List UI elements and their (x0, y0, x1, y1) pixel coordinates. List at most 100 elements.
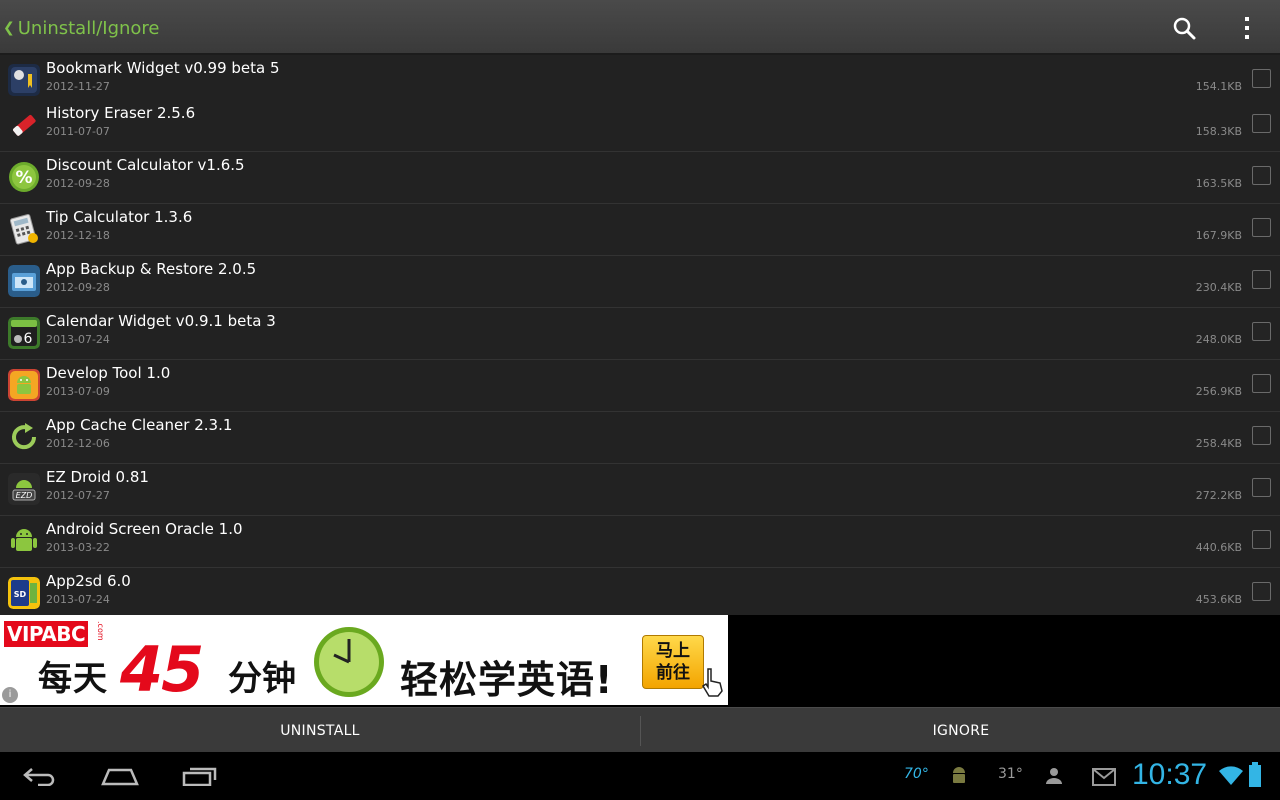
select-checkbox[interactable] (1252, 582, 1271, 601)
app-date: 2012-07-27 (46, 489, 110, 502)
app-name: App2sd 6.0 (46, 572, 131, 590)
app-name: EZ Droid 0.81 (46, 468, 149, 486)
status-clock: 10:37 (1132, 758, 1208, 791)
list-item[interactable]: Develop Tool 1.0 2013-07-09 256.9KB (0, 360, 1280, 412)
svg-text:%: % (15, 168, 32, 188)
select-checkbox[interactable] (1252, 426, 1271, 445)
ad-cta-button[interactable]: 马上 前往 (642, 635, 704, 689)
svg-text:6: 6 (24, 331, 33, 347)
select-checkbox[interactable] (1252, 270, 1271, 289)
app-list[interactable]: Bookmark Widget v0.99 beta 5 2012-11-27 … (0, 55, 1280, 615)
refresh-icon (8, 421, 40, 453)
select-checkbox[interactable] (1252, 166, 1271, 185)
percent-icon: % (8, 161, 40, 193)
list-item[interactable]: App Cache Cleaner 2.3.1 2012-12-06 258.4… (0, 412, 1280, 464)
list-item[interactable]: 6 Calendar Widget v0.9.1 beta 3 2013-07-… (0, 308, 1280, 360)
app-size: 440.6KB (1195, 541, 1242, 554)
home-icon (101, 768, 139, 786)
select-checkbox[interactable] (1252, 478, 1271, 497)
app-size: 256.9KB (1195, 385, 1242, 398)
app-date: 2013-07-09 (46, 385, 110, 398)
nav-back-button[interactable] (16, 760, 64, 792)
back-arrow-icon (23, 768, 55, 786)
select-checkbox[interactable] (1252, 114, 1271, 133)
android-tool-icon (8, 369, 40, 401)
backup-icon (8, 265, 40, 297)
list-item[interactable]: SD App2sd 6.0 2013-07-24 453.6KB (0, 568, 1280, 615)
app-name: App Backup & Restore 2.0.5 (46, 260, 257, 278)
weather-temp-1: 70° (904, 766, 929, 782)
app-date: 2012-11-27 (46, 80, 110, 93)
list-item[interactable]: Tip Calculator 1.3.6 2012-12-18 167.9KB (0, 204, 1280, 256)
svg-text:SD: SD (14, 590, 27, 599)
clock-icon (314, 627, 384, 697)
ad-cta-line1: 马上 (656, 641, 690, 661)
app-date: 2011-07-07 (46, 125, 110, 138)
select-checkbox[interactable] (1252, 218, 1271, 237)
app-name: Bookmark Widget v0.99 beta 5 (46, 59, 280, 77)
android-icon (8, 525, 40, 557)
ad-text-1: 每天 (38, 659, 108, 699)
back-button[interactable]: ❮ Uninstall/Ignore (3, 14, 160, 42)
recents-icon (182, 767, 217, 786)
list-item[interactable]: % Discount Calculator v1.6.5 2012-09-28 … (0, 152, 1280, 204)
app-date: 2012-12-18 (46, 229, 110, 242)
select-checkbox[interactable] (1252, 374, 1271, 393)
ad-cta-line2: 前往 (656, 663, 690, 683)
list-item[interactable]: Android Screen Oracle 1.0 2013-03-22 440… (0, 516, 1280, 568)
ad-banner[interactable]: VIPABC .com 每天 45 分钟 轻松学英语! 马上 前往 i (0, 615, 728, 705)
user-icon (1046, 768, 1062, 784)
calculator-icon (8, 213, 40, 245)
list-item[interactable]: EZD EZ Droid 0.81 2012-07-27 272.2KB (0, 464, 1280, 516)
app-date: 2013-03-22 (46, 541, 110, 554)
app-size: 158.3KB (1195, 125, 1242, 138)
battery-icon (1249, 762, 1261, 787)
app-name: Tip Calculator 1.3.6 (46, 208, 193, 226)
app-size: 163.5KB (1195, 177, 1242, 190)
app-size: 453.6KB (1195, 593, 1242, 606)
app-name: Android Screen Oracle 1.0 (46, 520, 243, 538)
app-date: 2013-07-24 (46, 333, 110, 346)
ez-droid-icon: EZD (8, 473, 40, 505)
overflow-menu-icon (1245, 17, 1249, 39)
system-nav-bar: 70° 31° 10:37 (0, 752, 1280, 800)
app-size: 248.0KB (1195, 333, 1242, 346)
ad-info-icon[interactable]: i (2, 687, 18, 703)
ad-brand-suffix: .com (96, 621, 105, 641)
sd-card-icon: SD (8, 577, 40, 609)
app-name: App Cache Cleaner 2.3.1 (46, 416, 233, 434)
select-checkbox[interactable] (1252, 69, 1271, 88)
wifi-icon (1219, 766, 1243, 785)
nav-home-button[interactable] (96, 760, 144, 792)
app-name: Develop Tool 1.0 (46, 364, 171, 382)
ad-text-2: 分钟 (228, 659, 296, 699)
calendar-icon: 6 (8, 317, 40, 349)
app-size: 167.9KB (1195, 229, 1242, 242)
search-button[interactable] (1166, 10, 1202, 46)
ignore-button[interactable]: IGNORE (641, 708, 1280, 753)
select-checkbox[interactable] (1252, 322, 1271, 341)
list-item[interactable]: App Backup & Restore 2.0.5 2012-09-28 23… (0, 256, 1280, 308)
svg-text:EZD: EZD (16, 491, 33, 500)
bookmark-widget-icon (8, 64, 40, 96)
bottom-action-bar: UNINSTALL IGNORE (0, 707, 1280, 752)
overflow-menu-button[interactable] (1229, 10, 1265, 46)
uninstall-button[interactable]: UNINSTALL (0, 708, 640, 753)
select-checkbox[interactable] (1252, 530, 1271, 549)
action-bar: ❮ Uninstall/Ignore (0, 0, 1280, 55)
app-size: 230.4KB (1195, 281, 1242, 294)
app-name: Discount Calculator v1.6.5 (46, 156, 245, 174)
pointer-hand-icon (701, 668, 723, 697)
eraser-icon (8, 109, 40, 141)
app-name: History Eraser 2.5.6 (46, 104, 196, 122)
app-date: 2012-12-06 (46, 437, 110, 450)
app-date: 2012-09-28 (46, 177, 110, 190)
ad-number: 45 (120, 633, 204, 705)
ad-brand: VIPABC (4, 621, 89, 647)
list-item[interactable]: History Eraser 2.5.6 2011-07-07 158.3KB (0, 100, 1280, 152)
app-size: 272.2KB (1195, 489, 1242, 502)
chevron-left-icon: ❮ (3, 20, 15, 36)
nav-recents-button[interactable] (176, 760, 224, 792)
gmail-icon (1092, 768, 1116, 786)
search-icon (1173, 17, 1196, 40)
